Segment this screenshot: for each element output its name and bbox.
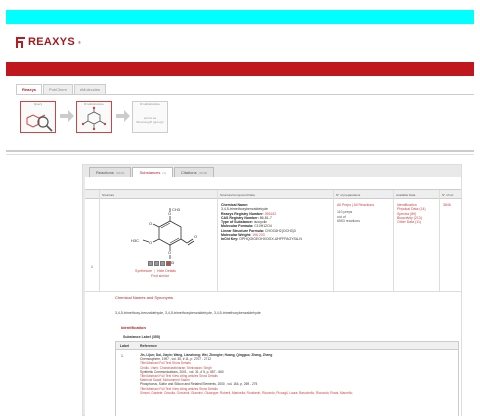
query-body: Query R substructure R substructure as/n…: [16, 94, 474, 140]
results-panel: Reactions (6548) Substances (1) Citations(…: [82, 164, 462, 416]
lsf-value: CHOC6H2(OCH3)3: [264, 228, 296, 233]
tab-emolecules[interactable]: eMolecules: [73, 84, 107, 94]
reaxys-logo-mark-icon: [16, 36, 25, 48]
synthesize-link[interactable]: Synthesize: [135, 269, 152, 273]
o-bottom-label: O: [168, 250, 171, 255]
chem-names-title: Chemical Names and Synonyms: [115, 295, 174, 300]
tab-substances-label: Substances: [139, 170, 161, 175]
ref-authors-4: Simoni, Daniele; Grisolia, Giovanni; Gia…: [140, 390, 353, 395]
zoom-icon[interactable]: [160, 261, 165, 266]
row-divider: [85, 291, 461, 292]
query-panel: Reaxys PubChem eMolecules Query R substr…: [6, 84, 474, 148]
o-left2-label: O: [149, 240, 152, 245]
col-available-data[interactable]: Available Data: [393, 190, 439, 200]
inchi-value: OPHQOIGEOHXOGX-UHFFFAOYSA-N: [239, 237, 302, 242]
molecule-structure[interactable]: CH3 O O O H3C O CH3 O: [125, 207, 215, 265]
query-tabs: Reaxys PubChem eMolecules: [16, 84, 107, 94]
inchi-label: InChI Key:: [221, 237, 239, 242]
reference-list: Jin, Lijun; Dai, Jiayin; Wang, Lianzhong…: [140, 353, 456, 395]
copy-icon[interactable]: [148, 261, 153, 266]
reference-table: Label Reference 1. Jin, Lijun; Dai, Jiay…: [115, 341, 459, 416]
section-divider-thin: [6, 154, 474, 155]
reaxys-logo[interactable]: REAXYS ®: [16, 36, 81, 48]
find-similar-link[interactable]: Find similar: [151, 274, 169, 278]
h3c-label: H3C: [131, 238, 139, 243]
tab-citations[interactable]: Citations (3848): [174, 167, 215, 177]
o-left-label: O: [149, 221, 152, 226]
export-icon[interactable]: [166, 261, 171, 266]
col-divider: [99, 199, 100, 291]
query-structure-icon: [26, 114, 53, 132]
logo-reg: ®: [78, 39, 81, 45]
tab-pubchem[interactable]: PubChem: [43, 84, 73, 94]
substructure-caption-2: R substructure: [140, 102, 160, 106]
available-data-cell: Identification Physical Data (14) Spectr…: [397, 203, 441, 224]
col-num-refs[interactable]: N° of ref.: [439, 190, 461, 200]
substructure-box-2[interactable]: R substructure as/not as Browsing(R (gro…: [132, 101, 168, 133]
col-preparations[interactable]: N° of preparations: [333, 190, 393, 200]
avail-other-link[interactable]: Other Data (11): [397, 220, 441, 224]
ref-number: 1.: [121, 354, 124, 358]
num-refs-link[interactable]: 3846: [443, 203, 451, 207]
ref-col-label: Label: [120, 344, 130, 348]
prep-count: 110 preps out of 6553 reactions: [337, 210, 360, 223]
col-compound-data[interactable]: Structure/Compound Data: [217, 190, 333, 200]
compound-data: Chemical Name: 3,4,5-trimethoxybenzaldeh…: [221, 203, 333, 242]
tab-citations-label: Citations: [181, 170, 197, 175]
substructure-text: as/not as Browsing(R (group)): [136, 116, 164, 124]
tab-substances-count: (1): [162, 170, 167, 175]
structure-tools: [148, 261, 171, 266]
tab-reactions[interactable]: Reactions (6548): [89, 167, 132, 177]
substance-label-title: Substance Label (355): [123, 335, 160, 339]
col-structure[interactable]: Structure: [99, 190, 207, 200]
header-red-bar: [6, 62, 474, 76]
col-divider: [333, 199, 334, 291]
tab-reactions-label: Reactions: [96, 170, 114, 175]
ref-col-reference: Reference: [140, 344, 157, 348]
arrow-right-icon: [116, 110, 130, 122]
arrow-right-icon: [60, 110, 74, 122]
identification-title: Identification: [121, 325, 146, 330]
table-header: Structure Structure/Compound Data N° of …: [85, 189, 461, 200]
results-table: Structure Structure/Compound Data N° of …: [85, 177, 461, 416]
section-divider: [6, 150, 474, 152]
logo-text: REAXYS: [28, 36, 76, 48]
svg-text:O: O: [194, 234, 197, 239]
tab-reaxys[interactable]: Reaxys: [16, 84, 43, 94]
edit-icon[interactable]: [154, 261, 159, 266]
prep-links[interactable]: All Preps | All Reactions: [337, 203, 391, 207]
col-divider: [217, 199, 218, 291]
results-tabs: Reactions (6548) Substances (1) Citations(…: [83, 167, 215, 177]
hide-details-link[interactable]: Hide Details: [157, 269, 176, 273]
structure-links: Synthesize | Hide Details: [135, 269, 176, 273]
reference-table-header: Label Reference: [116, 342, 458, 350]
top-cyan-bar: [6, 10, 474, 24]
substructure-molecule-icon: [81, 106, 107, 131]
query-box[interactable]: Query: [20, 101, 56, 133]
synonyms-text: 3,4,5-trimethoxy-benzaldehyde, 3,4,5-tri…: [115, 311, 261, 315]
tab-reactions-count: (6548): [115, 170, 125, 175]
o-top-label: O: [168, 211, 171, 216]
row-number: 1: [91, 265, 93, 269]
ch3-top-label: CH3: [172, 207, 181, 212]
substructure-box[interactable]: R substructure: [76, 101, 112, 133]
tab-substances[interactable]: Substances (1): [132, 167, 174, 177]
col-divider: [393, 199, 394, 291]
preparations-cell: All Preps | All Reactions 110 preps out …: [337, 203, 391, 223]
tab-citations-count: (3848): [198, 170, 208, 175]
